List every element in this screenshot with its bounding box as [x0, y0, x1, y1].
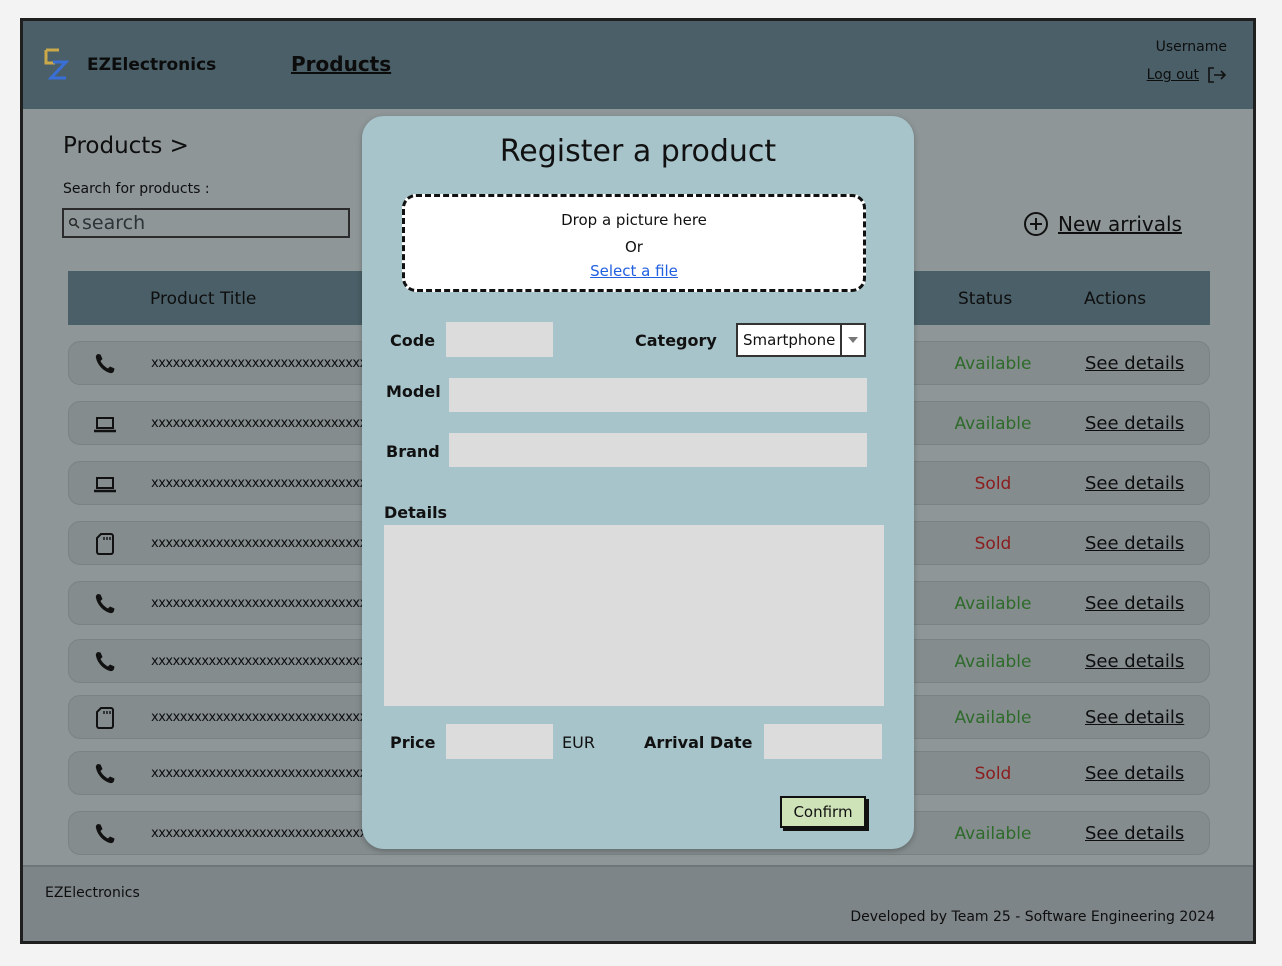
breadcrumb: Products >: [63, 133, 189, 159]
dropzone-or-text: Or: [625, 238, 643, 256]
register-product-modal: Register a product Drop a picture here O…: [362, 116, 914, 849]
select-file-link[interactable]: Select a file: [405, 262, 863, 280]
phone-icon: [95, 824, 115, 844]
memory-card-icon: [96, 533, 114, 555]
model-field[interactable]: [449, 378, 867, 412]
new-arrivals-button[interactable]: New arrivals: [1023, 211, 1182, 237]
see-details-link[interactable]: See details: [1085, 473, 1184, 494]
username-label: Username: [1155, 39, 1227, 55]
modal-title: Register a product: [499, 134, 777, 169]
logout-icon: [1208, 67, 1227, 83]
status-badge: Available: [954, 354, 1032, 374]
brand-label: Brand: [386, 442, 440, 461]
add-circle-icon: [1024, 212, 1048, 236]
status-badge: Available: [954, 594, 1032, 614]
phone-icon: [95, 354, 115, 374]
chevron-down-icon: [840, 325, 864, 355]
details-textarea[interactable]: [384, 525, 884, 706]
status-badge: Available: [954, 824, 1032, 844]
see-details-link[interactable]: See details: [1085, 823, 1184, 844]
page-footer: EZElectronics Developed by Team 25 - Sof…: [23, 865, 1253, 941]
see-details-link[interactable]: See details: [1085, 353, 1184, 374]
see-details-link[interactable]: See details: [1085, 651, 1184, 672]
search-icon: [69, 218, 80, 229]
search-box[interactable]: [62, 208, 350, 238]
price-field[interactable]: [446, 724, 553, 759]
footer-brand: EZElectronics: [45, 885, 140, 901]
ezelectronics-logo-icon: [44, 48, 69, 80]
column-header-title: Product Title: [150, 289, 257, 309]
category-value: Smartphone: [743, 331, 836, 349]
logout-label: Log out: [1146, 67, 1199, 83]
code-label: Code: [390, 331, 436, 350]
laptop-icon: [94, 477, 116, 493]
status-badge: Available: [954, 414, 1032, 434]
arrival-date-label: Arrival Date: [644, 733, 753, 752]
picture-dropzone[interactable]: Drop a picture here Or Select a file: [402, 194, 866, 292]
see-details-link[interactable]: See details: [1085, 763, 1184, 784]
column-header-status: Status: [958, 289, 1013, 309]
code-field[interactable]: [446, 322, 553, 357]
status-badge: Available: [954, 708, 1032, 728]
price-label: Price: [390, 733, 436, 752]
column-header-actions: Actions: [1084, 289, 1147, 309]
phone-icon: [95, 764, 115, 784]
status-badge: Sold: [974, 764, 1012, 784]
logout-link[interactable]: Log out: [1147, 67, 1227, 83]
details-label: Details: [384, 503, 448, 522]
laptop-icon: [94, 417, 116, 433]
phone-icon: [95, 652, 115, 672]
top-navbar: EZElectronics Products Username Log out: [23, 21, 1253, 109]
brand-field[interactable]: [449, 433, 867, 467]
app-brand-name: EZElectronics: [87, 55, 217, 75]
memory-card-icon: [96, 707, 114, 729]
see-details-link[interactable]: See details: [1085, 707, 1184, 728]
nav-products-link[interactable]: Products: [291, 52, 391, 76]
category-label: Category: [635, 331, 717, 350]
new-arrivals-label: New arrivals: [1058, 212, 1182, 236]
see-details-link[interactable]: See details: [1085, 413, 1184, 434]
category-select[interactable]: Smartphone: [736, 323, 866, 357]
see-details-link[interactable]: See details: [1085, 533, 1184, 554]
arrival-date-field[interactable]: [764, 724, 882, 759]
status-badge: Sold: [974, 474, 1012, 494]
status-badge: Sold: [974, 534, 1012, 554]
phone-icon: [95, 594, 115, 614]
model-label: Model: [386, 382, 441, 401]
currency-label: EUR: [562, 733, 595, 752]
confirm-button[interactable]: Confirm: [780, 796, 866, 828]
search-label: Search for products :: [63, 181, 210, 197]
status-badge: Available: [954, 652, 1032, 672]
dropzone-text: Drop a picture here: [561, 211, 707, 229]
search-input[interactable]: [82, 212, 332, 234]
see-details-link[interactable]: See details: [1085, 593, 1184, 614]
footer-credit: Developed by Team 25 - Software Engineer…: [850, 909, 1215, 925]
